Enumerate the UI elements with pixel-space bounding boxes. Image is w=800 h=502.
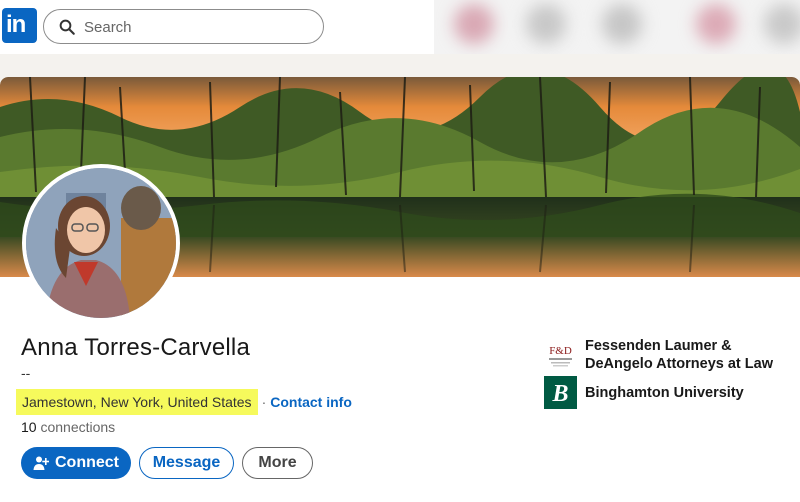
connections-count[interactable]: 10 connections <box>21 419 115 435</box>
location-row: Jamestown, New York, United States · Con… <box>16 388 352 416</box>
profile-name: Anna Torres-Carvella <box>21 334 250 361</box>
search-input[interactable] <box>84 15 314 39</box>
separator-dot: · <box>261 394 267 410</box>
connections-number: 10 <box>21 419 37 435</box>
profile-headline: -- <box>21 365 31 381</box>
law-firm-logo-icon: F&D <box>544 338 577 372</box>
nav-icons-blurred <box>434 0 800 54</box>
contact-info-link[interactable]: Contact info <box>270 394 352 410</box>
page-gap <box>0 54 800 77</box>
education-org-name: Binghamton University <box>585 384 744 401</box>
message-button[interactable]: Message <box>139 447 234 479</box>
education-org[interactable]: B Binghamton University <box>544 376 744 409</box>
experience-org[interactable]: F&D Fessenden Laumer & DeAngelo Attorney… <box>544 337 775 373</box>
experience-org-name: Fessenden Laumer & DeAngelo Attorneys at… <box>585 338 773 372</box>
search-box[interactable] <box>43 9 324 44</box>
search-icon <box>59 19 75 35</box>
more-button[interactable]: More <box>242 447 313 479</box>
profile-card: F&D Fessenden Laumer & DeAngelo Attorney… <box>0 77 800 502</box>
connect-label: Connect <box>55 454 119 471</box>
profile-location: Jamestown, New York, United States <box>16 389 258 415</box>
connections-label: connections <box>40 419 116 435</box>
linkedin-logo-icon[interactable]: in <box>2 8 37 43</box>
connect-button[interactable]: Connect <box>21 447 131 479</box>
svg-text:B: B <box>551 381 568 407</box>
profile-photo[interactable] <box>22 164 180 322</box>
svg-text:F&D: F&D <box>549 345 572 357</box>
add-person-icon <box>33 456 49 470</box>
university-logo-icon: B <box>544 376 577 409</box>
top-nav: in <box>0 0 800 54</box>
logo-text: in <box>6 11 26 38</box>
